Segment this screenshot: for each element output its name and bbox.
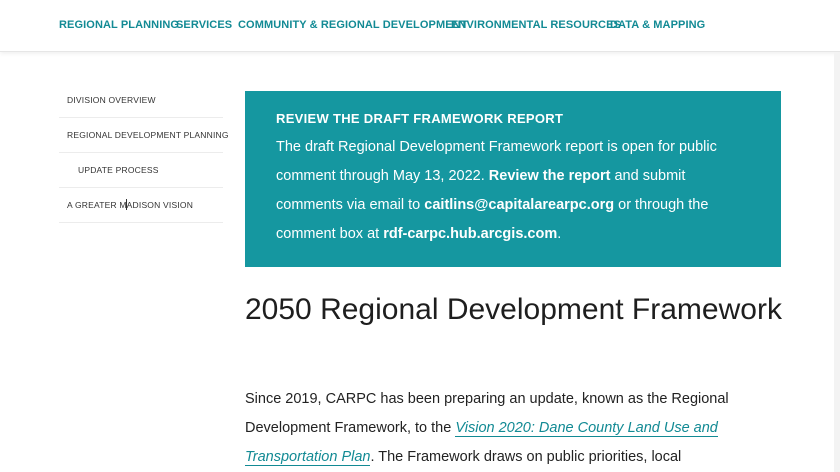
top-navigation: REGIONAL PLANNING SERVICES COMMUNITY & R… — [0, 0, 840, 52]
sidebar-item-division-overview[interactable]: DIVISION OVERVIEW — [59, 83, 223, 118]
sidebar-nav: DIVISION OVERVIEW REGIONAL DEVELOPMENT P… — [59, 83, 228, 223]
review-banner: REVIEW THE DRAFT FRAMEWORK REPORT The dr… — [245, 91, 781, 267]
nav-data-mapping[interactable]: DATA & MAPPING — [610, 19, 705, 31]
sidebar-item-greater-madison-vision[interactable]: A GREATER MADISON VISION — [59, 188, 223, 223]
sidebar-item-label-part: A GREATER M — [67, 200, 127, 210]
banner-title: REVIEW THE DRAFT FRAMEWORK REPORT — [276, 111, 564, 126]
page-scrollbar[interactable] — [834, 52, 840, 472]
sidebar-item-label-part: ADISON VISION — [126, 200, 194, 210]
sidebar-item-regional-development-planning[interactable]: REGIONAL DEVELOPMENT PLANNING — [59, 118, 228, 153]
comment-site-link[interactable]: rdf-carpc.hub.arcgis.com — [383, 226, 557, 242]
nav-environmental-resources[interactable]: ENVIRONMENTAL RESOURCES — [451, 19, 621, 31]
banner-text-part: . — [557, 226, 562, 242]
nav-services[interactable]: SERVICES — [176, 19, 232, 31]
page-title: 2050 Regional Development Framework — [245, 293, 782, 326]
sidebar-item-update-process[interactable]: UPDATE PROCESS — [59, 153, 223, 188]
paragraph-text: . The Framework draws on public prioriti… — [370, 449, 682, 465]
review-report-link[interactable]: Review the report — [489, 168, 611, 184]
intro-paragraph: Since 2019, CARPC has been preparing an … — [245, 385, 785, 472]
email-link[interactable]: caitlins@capitalarearpc.org — [424, 197, 614, 213]
banner-text: The draft Regional Development Framework… — [276, 133, 750, 249]
nav-community-regional-development[interactable]: COMMUNITY & REGIONAL DEVELOPMENT — [238, 19, 468, 31]
nav-regional-planning[interactable]: REGIONAL PLANNING — [59, 19, 179, 31]
